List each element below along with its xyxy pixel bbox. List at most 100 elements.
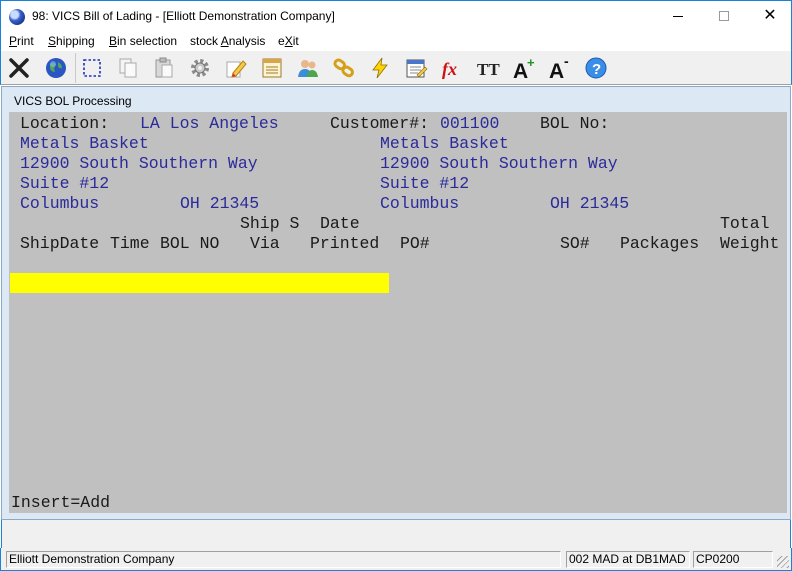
settings-button[interactable] <box>186 54 214 82</box>
font-increase-button[interactable]: A + <box>510 54 538 82</box>
edit-pencil-icon <box>226 60 247 78</box>
close-button[interactable]: ✕ <box>747 1 792 31</box>
lightning-icon <box>372 57 388 79</box>
terminal-screen[interactable]: Location: LA Los Angeles Customer#: 0011… <box>9 112 787 513</box>
status-program: CP0200 <box>693 551 773 568</box>
app-globe-icon[interactable] <box>9 9 25 25</box>
calendar-edit-button[interactable] <box>402 54 430 82</box>
resize-grip-icon[interactable] <box>777 556 789 568</box>
menu-bin-selection[interactable]: Bin selection <box>109 34 177 48</box>
menu-label-rest: in selection <box>117 34 178 48</box>
customer-label: Customer#: <box>330 114 430 133</box>
calendar-edit-icon <box>406 59 428 78</box>
bol-processing-window: VICS BOL Processing Location: LA Los Ang… <box>1 86 791 520</box>
link-button[interactable] <box>330 54 358 82</box>
notes-button[interactable] <box>258 54 286 82</box>
close-x-icon <box>9 58 29 78</box>
font-style-button[interactable]: TT <box>474 54 502 82</box>
settings-gear-icon <box>191 59 209 77</box>
col-header-printed: Printed <box>310 234 380 253</box>
svg-text:+: + <box>527 56 535 70</box>
menu-accelerator: B <box>109 34 118 48</box>
customer-value[interactable]: 001100 <box>440 114 499 134</box>
col-header-date: Date <box>320 214 360 233</box>
col-header-packages: Packages <box>620 234 700 253</box>
close-icon: ✕ <box>763 7 777 24</box>
menu-shipping[interactable]: Shipping <box>48 34 95 48</box>
col-header-shipdate: ShipDate <box>20 234 100 253</box>
globe-icon <box>46 58 66 78</box>
users-icon <box>298 60 318 77</box>
font-tt-icon: TT <box>477 60 500 79</box>
bill-to-address-2: Suite #12 <box>20 174 110 193</box>
status-company: Elliott Demonstration Company <box>6 551 561 568</box>
bill-to-address-1: 12900 South Southern Way <box>20 154 258 173</box>
font-decrease-icon: A- <box>549 56 569 80</box>
function-fx-icon: fx <box>442 59 457 79</box>
ship-to-name: Metals Basket <box>380 134 509 153</box>
svg-text:TT: TT <box>477 60 500 79</box>
lightning-button[interactable] <box>366 54 394 82</box>
col-header-total: Total <box>720 214 770 233</box>
close-x-button[interactable] <box>5 54 33 82</box>
ship-to-address-1: 12900 South Southern Way <box>380 154 618 173</box>
copy-icon <box>119 58 137 78</box>
col-header-weight: Weight <box>720 234 780 253</box>
ship-to-city: Columbus <box>380 194 460 213</box>
menu-exit[interactable]: eXit <box>278 34 299 48</box>
font-increase-icon: A+ <box>513 56 535 80</box>
status-session: 002 MAD at DB1MAD <box>566 551 690 568</box>
menu-label-rest: rint <box>17 34 34 48</box>
maximize-button[interactable] <box>701 1 747 31</box>
svg-text:A: A <box>549 60 564 80</box>
menu-label-prefix: stock <box>190 34 221 48</box>
menu-label-rest: nalysis <box>228 34 266 48</box>
status-bar: Elliott Demonstration Company 002 MAD at… <box>0 548 792 571</box>
svg-text:?: ? <box>592 61 601 78</box>
location-label: Location: <box>20 114 110 133</box>
col-header-time: Time <box>110 234 150 253</box>
bill-to-state-zip: OH 21345 <box>180 194 260 213</box>
col-header-bol-no: BOL NO <box>160 234 220 253</box>
menu-accelerator: A <box>220 34 229 48</box>
function-button[interactable]: fx <box>438 54 466 82</box>
paste-icon <box>155 57 173 78</box>
svg-text:-: - <box>564 56 569 69</box>
workspace-background <box>1 520 791 548</box>
menu-stock-analysis[interactable]: stock Analysis <box>190 34 265 48</box>
title-bar: 98: VICS Bill of Lading - [Elliott Demon… <box>0 0 792 31</box>
globe-button[interactable] <box>42 54 70 82</box>
col-header-via: Via <box>250 234 280 253</box>
col-header-po: PO# <box>400 234 430 253</box>
toolbar: fx TT A + A- ? <box>0 51 792 85</box>
select-rectangle-icon <box>83 59 101 77</box>
bol-no-label: BOL No: <box>540 114 610 133</box>
maximize-icon <box>719 11 729 21</box>
menu-label-prefix: e <box>278 34 285 48</box>
minimize-button[interactable] <box>655 1 701 31</box>
location-value[interactable]: LA Los Angeles <box>140 114 279 134</box>
menu-label-rest: it <box>292 34 299 48</box>
bill-to-city: Columbus <box>20 194 100 213</box>
menu-accelerator: P <box>9 34 18 48</box>
help-button[interactable]: ? <box>582 54 610 82</box>
chain-link-icon <box>333 58 354 78</box>
insert-add-hint: Insert=Add <box>11 493 111 512</box>
col-header-so: SO# <box>560 234 590 253</box>
copy-button[interactable] <box>114 54 142 82</box>
select-rectangle-button[interactable] <box>78 54 106 82</box>
bill-to-name: Metals Basket <box>20 134 149 153</box>
ship-to-state-zip: OH 21345 <box>550 194 630 213</box>
paste-button[interactable] <box>150 54 178 82</box>
menu-print[interactable]: Print <box>9 34 34 48</box>
users-button[interactable] <box>294 54 322 82</box>
menu-accelerator: X <box>284 34 293 48</box>
svg-text:A: A <box>513 60 528 80</box>
ship-to-address-2: Suite #12 <box>380 174 470 193</box>
edit-button[interactable] <box>222 54 250 82</box>
minimize-icon <box>673 15 683 17</box>
selected-row-highlight[interactable] <box>10 273 389 293</box>
menu-accelerator: S <box>48 34 57 48</box>
menu-label-rest: hipping <box>56 34 95 48</box>
font-decrease-button[interactable]: A- <box>546 54 574 82</box>
